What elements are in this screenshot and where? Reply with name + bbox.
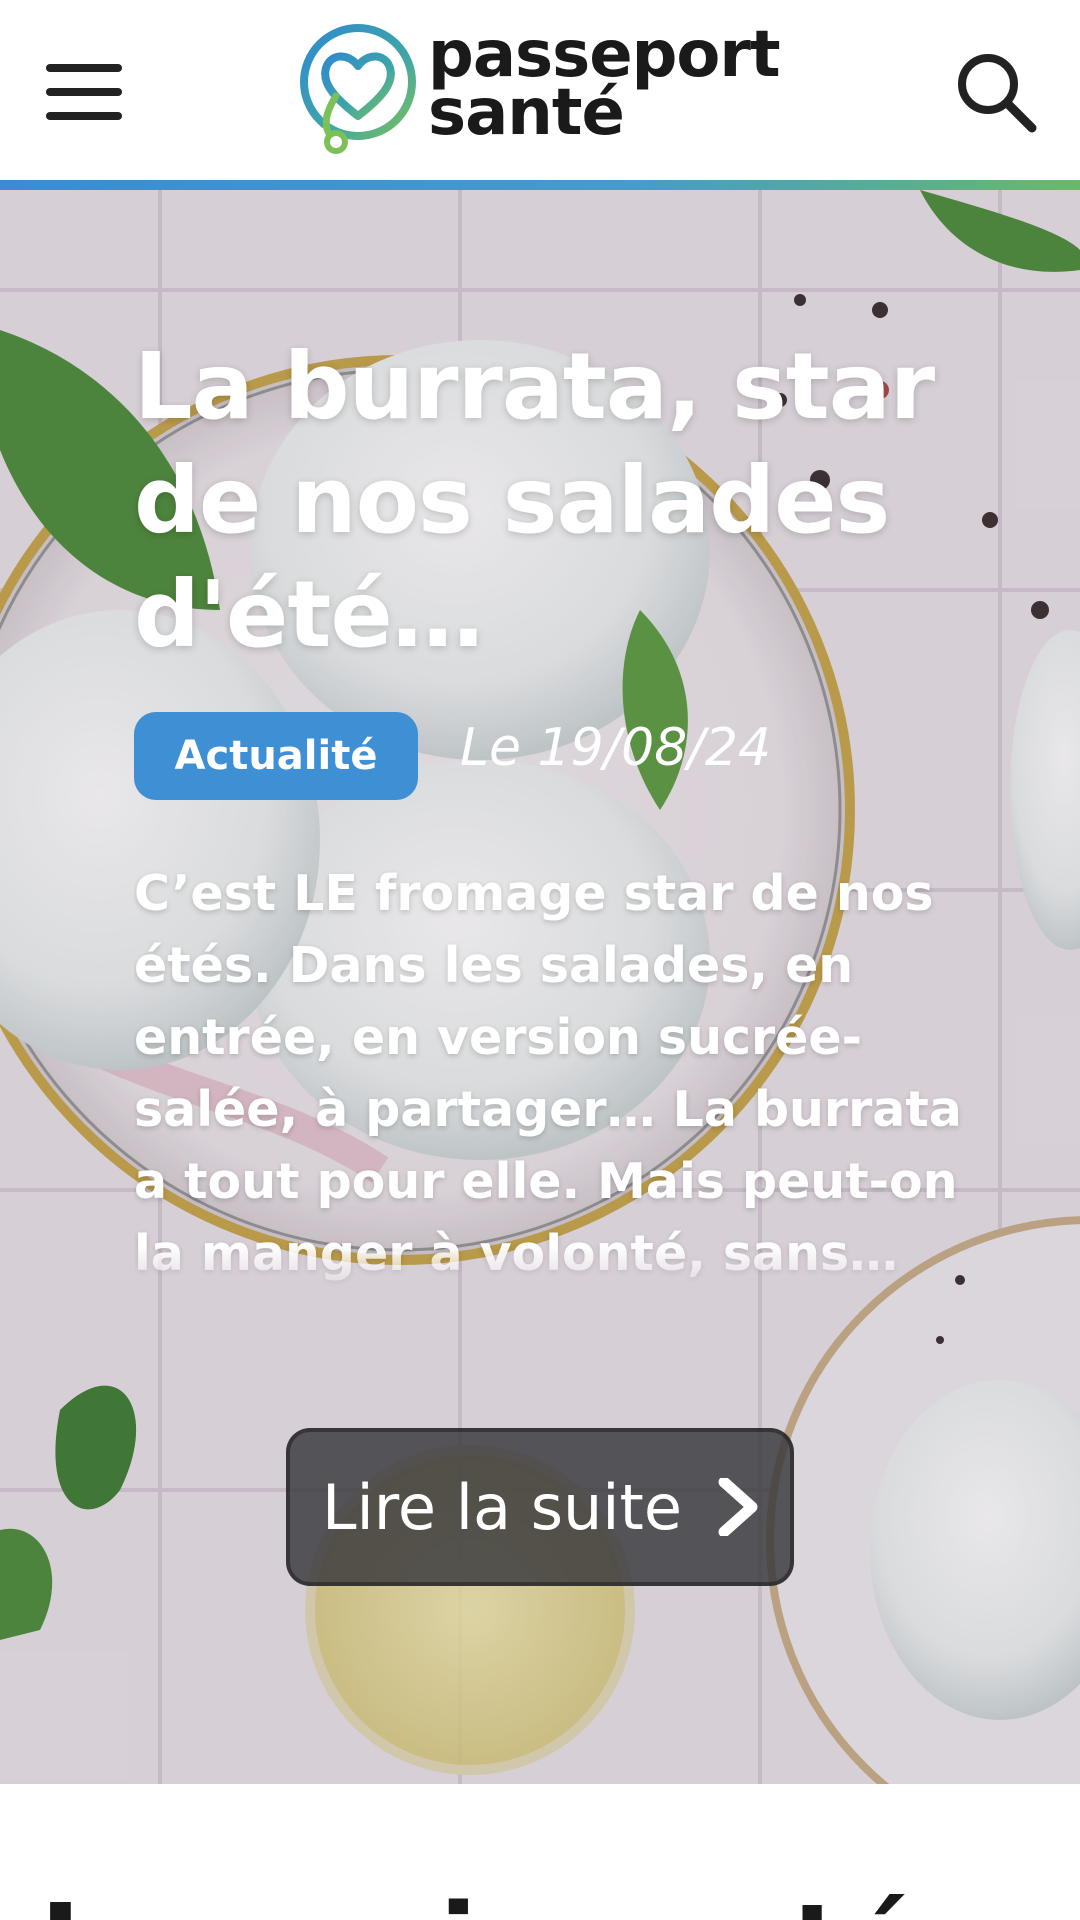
section-title: Les quiz santé [40, 1880, 918, 1920]
hero-content: La burrata, star de nos salades d'été… A… [134, 330, 962, 1298]
article-excerpt: C’est LE fromage star de nos étés. Dans … [134, 865, 962, 1282]
chevron-right-icon [718, 1478, 758, 1536]
article-date: Le 19/08/24 [460, 718, 772, 778]
featured-article-hero: La burrata, star de nos salades d'été… A… [0, 190, 1080, 1784]
search-button[interactable] [954, 50, 1038, 134]
logo-wordmark: passeport santé [428, 23, 781, 150]
site-logo[interactable]: passeport santé [296, 23, 796, 156]
search-icon [958, 54, 1037, 133]
logo-line-2: santé [428, 76, 625, 150]
article-title[interactable]: La burrata, star de nos salades d'été… [134, 330, 954, 672]
read-more-button[interactable]: Lire la suite [286, 1428, 794, 1586]
quiz-section: Les quiz santé [0, 1784, 1080, 1920]
read-more-label: Lire la suite [322, 1470, 682, 1544]
site-header: passeport santé [0, 0, 1080, 180]
hamburger-icon-bar [46, 64, 122, 72]
category-badge[interactable]: Actualité [134, 712, 418, 800]
article-meta: Actualité Le 19/08/24 [134, 712, 954, 800]
hamburger-icon-bar [46, 88, 122, 96]
menu-button[interactable] [44, 60, 124, 124]
heart-stethoscope-logo-icon [300, 24, 416, 154]
header-gradient-bar [0, 180, 1080, 190]
hamburger-icon-bar [46, 112, 122, 120]
